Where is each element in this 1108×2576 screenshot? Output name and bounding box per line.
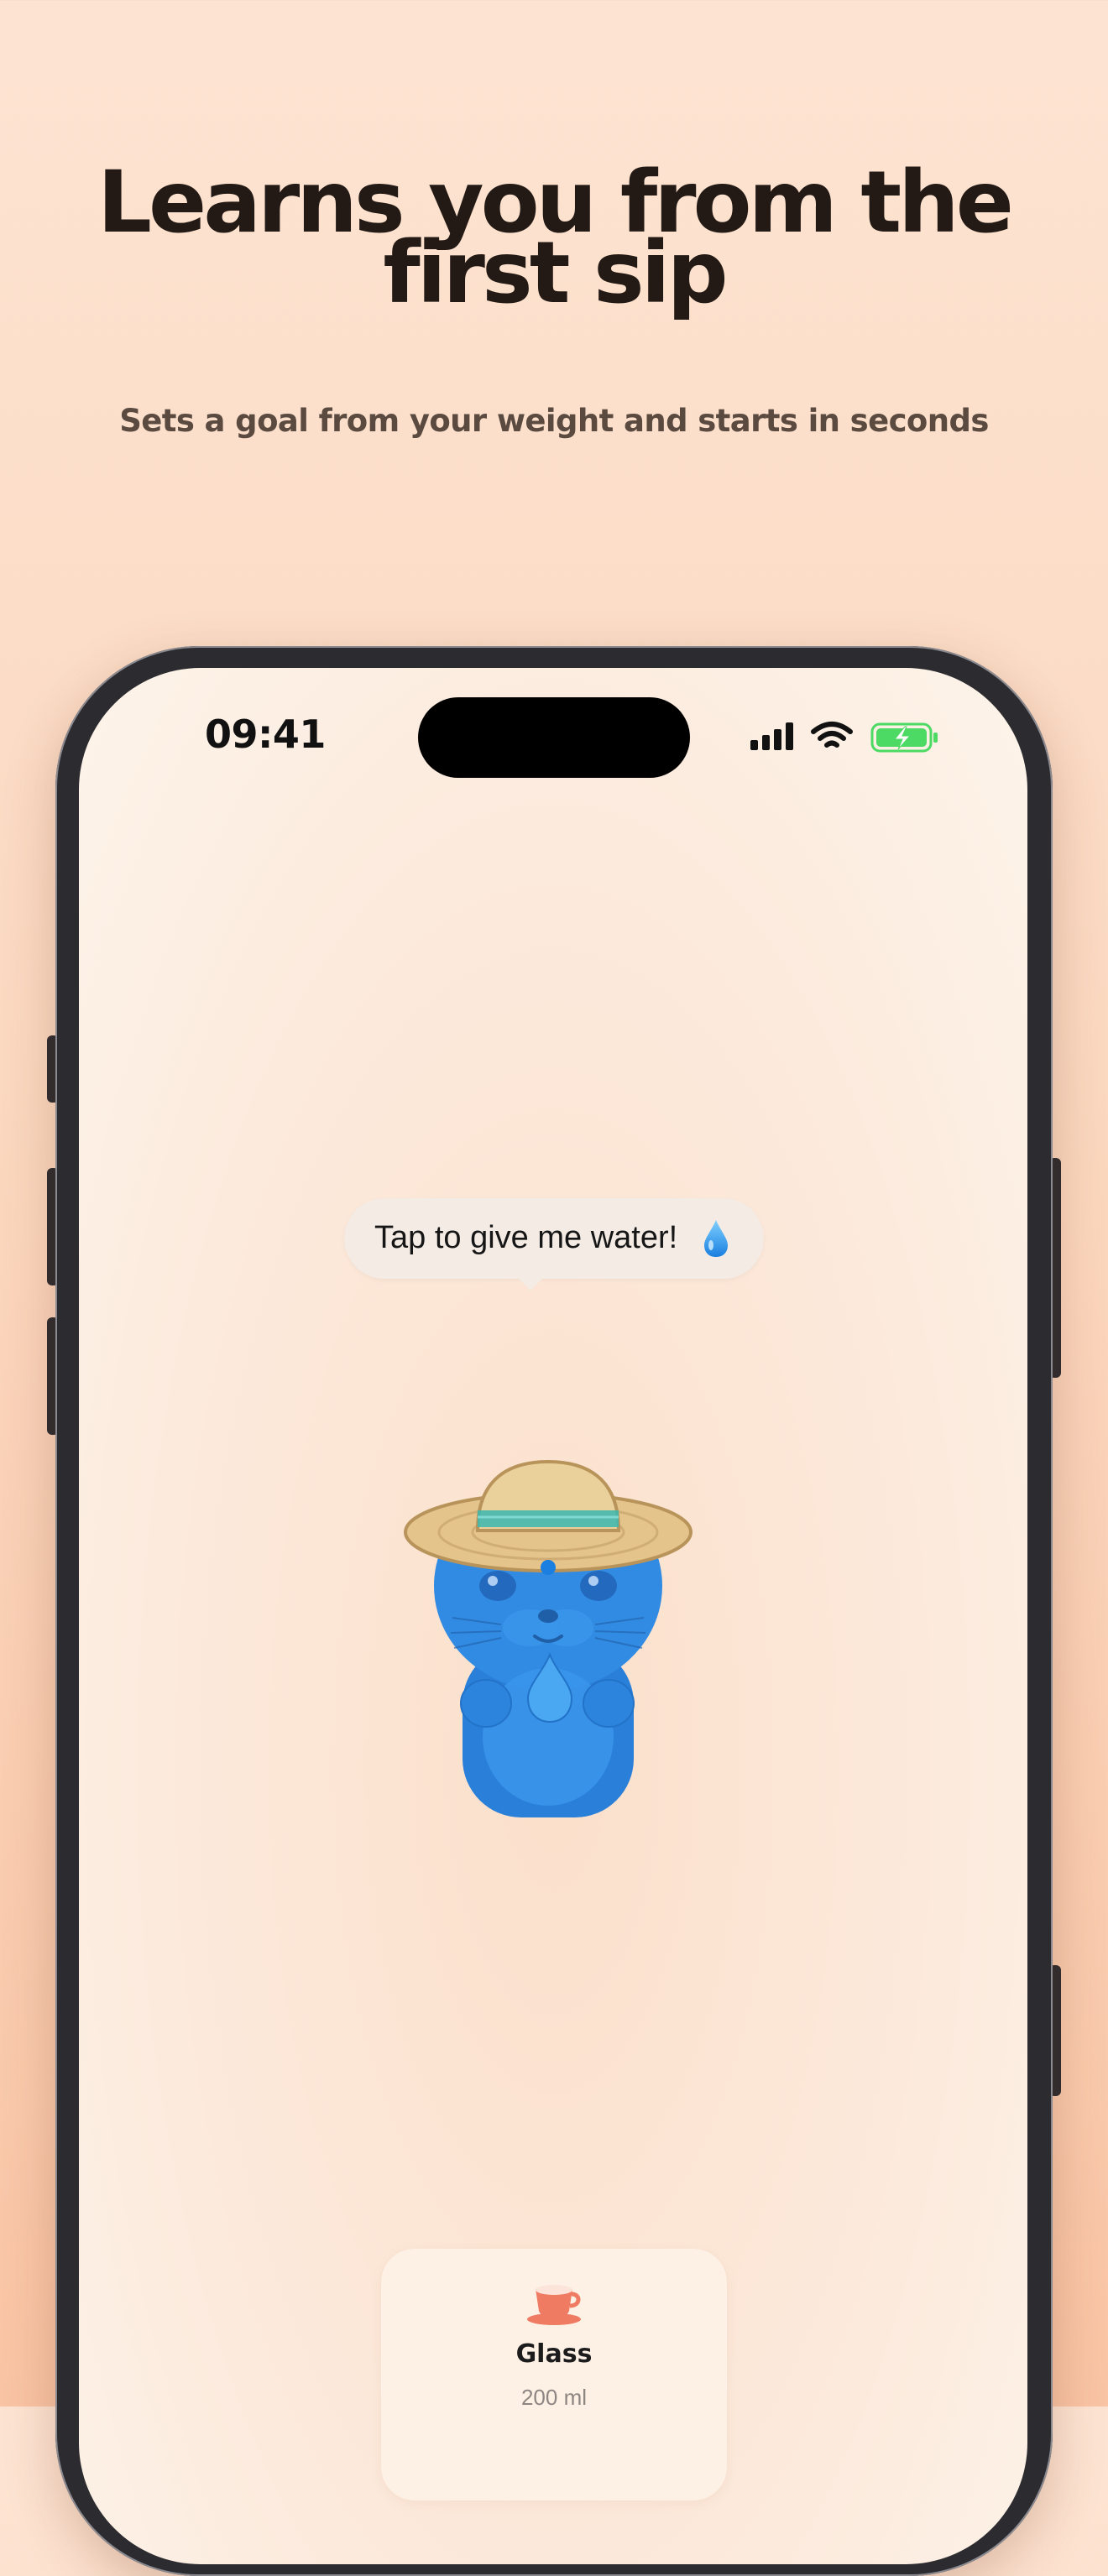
drink-option-title: Glass bbox=[515, 2339, 593, 2369]
battery-charging-icon bbox=[870, 722, 938, 753]
dynamic-island bbox=[418, 697, 690, 778]
speech-bubble-tail bbox=[517, 1277, 544, 1291]
straw-hat-icon bbox=[404, 1459, 692, 1575]
subtitle: Sets a goal from your weight and starts … bbox=[119, 403, 989, 439]
status-time: 09:41 bbox=[205, 712, 326, 757]
speech-bubble[interactable]: Tap to give me water! bbox=[344, 1198, 764, 1279]
wifi-icon bbox=[811, 722, 853, 748]
status-icons bbox=[750, 720, 1019, 754]
cellular-signal-icon bbox=[750, 722, 793, 750]
cup-icon bbox=[525, 2279, 583, 2330]
otter-mascot[interactable] bbox=[402, 1459, 706, 1825]
water-drop-icon bbox=[702, 1218, 730, 1263]
drink-option-amount: 200 ml bbox=[520, 2385, 588, 2410]
drink-option-card[interactable]: Glass 200 ml bbox=[381, 2249, 727, 2500]
speech-bubble-text: Tap to give me water! bbox=[374, 1220, 678, 1255]
phone-screen: 09:41 Tap to give me water! Glass 200 ml bbox=[79, 668, 1027, 2564]
headline: Learns you from the first sip bbox=[0, 160, 1108, 316]
